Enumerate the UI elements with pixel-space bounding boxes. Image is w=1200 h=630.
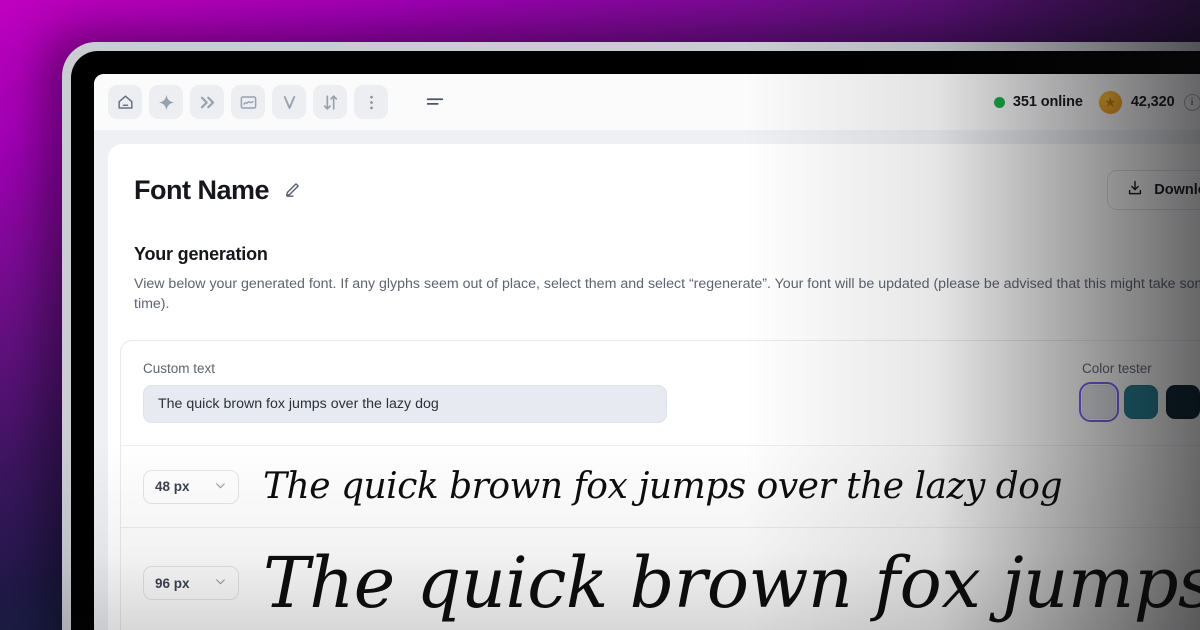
device-bezel: 351 online ★ 42,320 i Font Name Downl Yo… xyxy=(71,51,1200,630)
star-coin-icon: ★ xyxy=(1098,90,1122,114)
color-tester-group: Color tester xyxy=(1062,361,1200,423)
color-swatch-list xyxy=(1078,381,1200,423)
custom-text-label: Custom text xyxy=(143,361,216,377)
sort-arrows-icon-button[interactable] xyxy=(313,85,347,119)
font-specimen-48[interactable]: The quick brown fox jumps over the lazy … xyxy=(263,466,1063,507)
section-title: Your generation xyxy=(134,244,268,264)
font-size-select-96[interactable]: 96 px xyxy=(143,566,239,601)
chevrons-right-icon-button[interactable] xyxy=(190,85,224,119)
font-size-value: 48 px xyxy=(155,479,190,495)
color-tester-label: Color tester xyxy=(1082,361,1152,377)
panel-controls-row: Custom text The quick brown fox jumps ov… xyxy=(121,341,1200,445)
toolbar-icon-group xyxy=(108,85,452,119)
swatch-navy[interactable] xyxy=(1166,385,1200,420)
custom-text-field-group: Custom text The quick brown fox jumps ov… xyxy=(143,361,667,424)
screenshot-stage: 351 online ★ 42,320 i Font Name Downl Yo… xyxy=(0,0,1200,630)
download-font-button[interactable]: Download Font xyxy=(1107,170,1200,210)
online-status: 351 online xyxy=(993,94,1083,110)
chevron-down-icon xyxy=(214,575,227,591)
download-icon xyxy=(1126,179,1144,201)
online-dot-icon xyxy=(993,96,1005,108)
chevron-down-icon xyxy=(214,479,227,495)
app-toolbar: 351 online ★ 42,320 i xyxy=(94,74,1200,130)
section-header: Your generation View below your generate… xyxy=(134,244,1200,314)
content-inner: Font Name Downl Your generation View bel… xyxy=(108,170,1200,314)
font-size-select-48[interactable]: 48 px xyxy=(143,469,239,504)
menu-lines-icon xyxy=(424,91,446,113)
sparkle-icon-button[interactable] xyxy=(149,85,183,119)
preview-row: 96 px The quick brown fox jumps over the xyxy=(121,527,1200,630)
header-actions: Download Font xyxy=(1107,170,1200,210)
sort-arrows-icon xyxy=(321,93,340,112)
vector-v-icon xyxy=(280,93,299,112)
font-size-value: 96 px xyxy=(155,575,190,591)
sparkle-icon xyxy=(157,93,176,112)
more-vertical-icon xyxy=(362,93,381,112)
image-icon-button[interactable] xyxy=(231,85,265,119)
device-screen: 351 online ★ 42,320 i Font Name Downl Yo… xyxy=(94,74,1200,630)
download-font-label: Download Font xyxy=(1154,182,1200,198)
page-background: Font Name Downl Your generation View bel… xyxy=(94,130,1200,630)
page-header-row: Font Name Downl xyxy=(134,170,1200,210)
image-icon xyxy=(239,93,258,112)
more-vertical-icon-button[interactable] xyxy=(354,85,388,119)
preview-row: 48 px The quick brown fox jumps over the… xyxy=(121,445,1200,527)
home-icon-button[interactable] xyxy=(108,85,142,119)
home-icon xyxy=(116,93,135,112)
generation-panel: Custom text The quick brown fox jumps ov… xyxy=(120,340,1200,630)
online-count-label: 351 online xyxy=(1012,94,1083,110)
credits-amount: 42,320 xyxy=(1130,94,1175,110)
chevrons-right-icon xyxy=(198,93,217,112)
info-icon[interactable]: i xyxy=(1183,93,1200,111)
font-specimen-96[interactable]: The quick brown fox jumps over the xyxy=(263,542,1200,624)
custom-text-input[interactable]: The quick brown fox jumps over the lazy … xyxy=(143,385,667,424)
device-frame: 351 online ★ 42,320 i Font Name Downl Yo… xyxy=(62,42,1200,630)
pencil-icon[interactable] xyxy=(282,180,302,200)
menu-lines-icon-button[interactable] xyxy=(418,85,452,119)
page-title: Font Name xyxy=(134,174,270,205)
vector-v-icon-button[interactable] xyxy=(272,85,306,119)
toolbar-status-group: 351 online ★ 42,320 i xyxy=(993,84,1200,120)
swatch-teal[interactable] xyxy=(1124,385,1158,420)
content-sheet: Font Name Downl Your generation View bel… xyxy=(108,144,1200,630)
swatch-white[interactable] xyxy=(1078,381,1120,423)
section-description: View below your generated font. If any g… xyxy=(134,276,1200,313)
credits-display[interactable]: ★ 42,320 i xyxy=(1098,90,1200,114)
